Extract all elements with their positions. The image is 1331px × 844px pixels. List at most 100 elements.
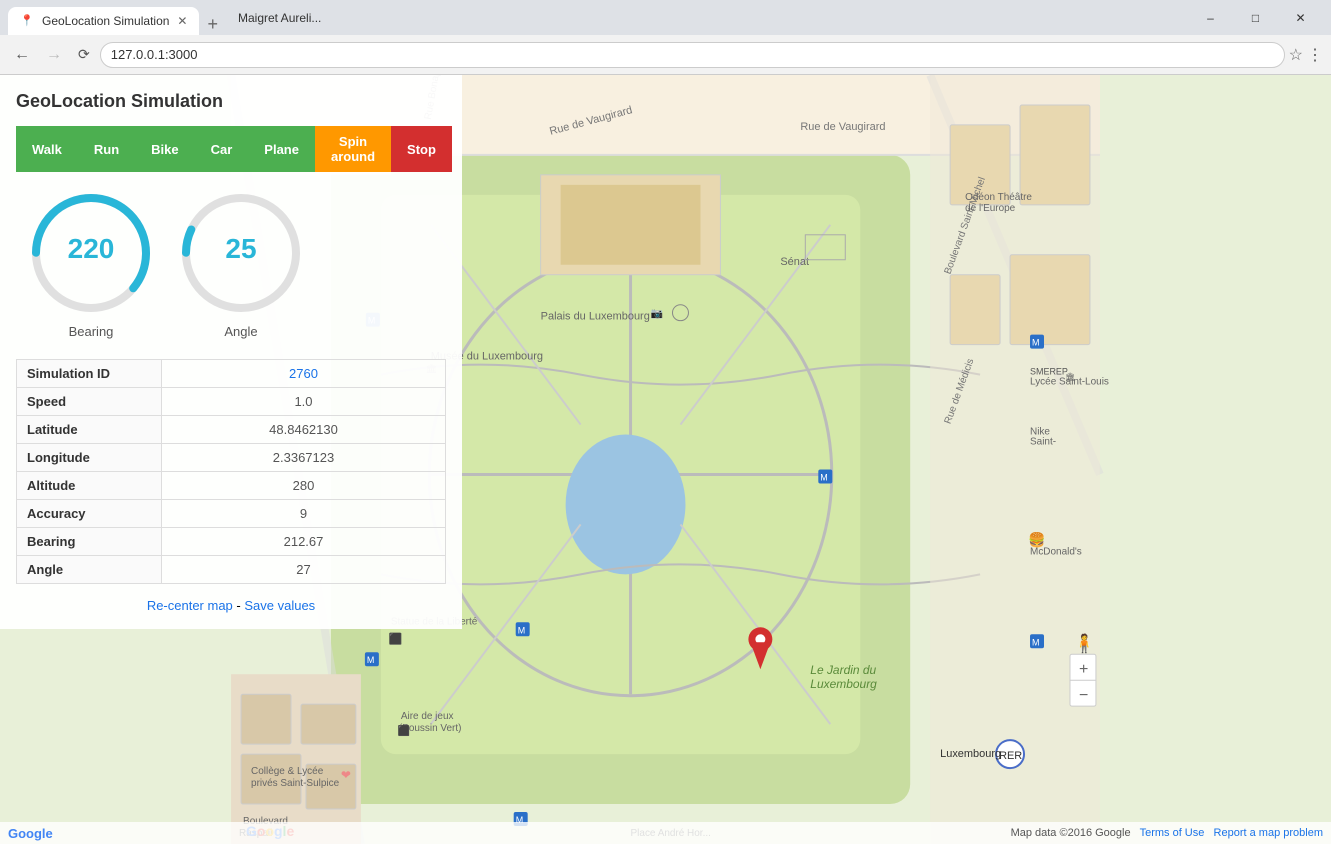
browser-toolbar: ← → ⟳ ☆ ⋮ — [0, 35, 1331, 75]
table-row: Angle 27 — [17, 556, 446, 584]
panel-title: GeoLocation Simulation — [16, 91, 446, 112]
svg-text:Odéon Théâtre: Odéon Théâtre — [965, 192, 1032, 203]
table-key: Simulation ID — [17, 360, 162, 388]
svg-text:M: M — [367, 655, 374, 665]
bike-button[interactable]: Bike — [135, 126, 194, 172]
svg-text:−: − — [1079, 687, 1088, 704]
svg-text:Saint-: Saint- — [1030, 437, 1056, 448]
tab-favicon: 📍 — [20, 14, 34, 28]
link-separator: - — [233, 598, 245, 613]
svg-text:Aire de jeux: Aire de jeux — [401, 711, 454, 722]
svg-text:📷: 📷 — [651, 309, 663, 320]
altitude-value: 280 — [162, 472, 446, 500]
svg-text:🏛: 🏛 — [1065, 373, 1075, 382]
svg-text:Rue de Vaugirard: Rue de Vaugirard — [800, 121, 885, 133]
bearing-label: Bearing — [69, 324, 114, 339]
map-copyright: Map data ©2016 Google — [1011, 827, 1131, 839]
svg-text:RER: RER — [999, 750, 1022, 762]
table-key: Speed — [17, 388, 162, 416]
footer-links: Re-center map - Save values — [16, 598, 446, 613]
simulation-id-value[interactable]: 2760 — [162, 360, 446, 388]
svg-text:SMEREP: SMEREP — [1030, 367, 1068, 377]
svg-text:M: M — [820, 472, 827, 482]
user-info: Maigret Aureli... — [230, 11, 329, 25]
gauges-container: 220 Bearing 25 Angle — [16, 188, 446, 339]
menu-button[interactable]: ⋮ — [1307, 45, 1323, 65]
svg-text:privés Saint-Sulpice: privés Saint-Sulpice — [251, 778, 340, 789]
svg-text:+: + — [1079, 661, 1088, 678]
table-key: Longitude — [17, 444, 162, 472]
mode-buttons: Walk Run Bike Car Plane Spin around Stop — [16, 126, 446, 172]
reload-button[interactable]: ⟳ — [72, 42, 96, 67]
svg-text:de l'Europe: de l'Europe — [965, 203, 1016, 214]
speed-value: 1.0 — [162, 388, 446, 416]
svg-text:M: M — [1032, 338, 1039, 348]
svg-text:⬛: ⬛ — [389, 632, 403, 645]
table-row: Accuracy 9 — [17, 500, 446, 528]
svg-text:Luxembourg: Luxembourg — [810, 677, 877, 691]
svg-text:McDonald's: McDonald's — [1030, 546, 1082, 557]
angle-value: 27 — [162, 556, 446, 584]
car-button[interactable]: Car — [195, 126, 249, 172]
plane-button[interactable]: Plane — [248, 126, 315, 172]
longitude-value: 2.3367123 — [162, 444, 446, 472]
forward-button[interactable]: → — [40, 42, 68, 68]
simulation-panel: GeoLocation Simulation Walk Run Bike Car… — [0, 75, 462, 629]
svg-text:🧍: 🧍 — [1073, 632, 1095, 653]
walk-button[interactable]: Walk — [16, 126, 78, 172]
latitude-value: 48.8462130 — [162, 416, 446, 444]
bearing-gauge: 220 Bearing — [26, 188, 156, 339]
new-tab-button[interactable]: + — [199, 14, 226, 35]
svg-text:25: 25 — [225, 233, 256, 264]
table-row: Altitude 280 — [17, 472, 446, 500]
svg-text:Le Jardin du: Le Jardin du — [810, 663, 876, 677]
bookmark-button[interactable]: ☆ — [1289, 45, 1303, 65]
google-logo: Google — [8, 826, 53, 841]
close-button[interactable]: ✕ — [1278, 3, 1323, 33]
content-area: Rue de Vaugirard Rue Bonaparte Rue de Va… — [0, 75, 1331, 844]
table-key: Angle — [17, 556, 162, 584]
table-key: Accuracy — [17, 500, 162, 528]
terms-link[interactable]: Terms of Use — [1140, 827, 1205, 839]
address-bar[interactable] — [100, 42, 1285, 68]
table-row: Simulation ID 2760 — [17, 360, 446, 388]
tab-bar: 📍 GeoLocation Simulation ✕ + — [8, 0, 226, 35]
save-link[interactable]: Save values — [244, 598, 315, 613]
minimize-button[interactable]: – — [1188, 3, 1233, 33]
angle-gauge-svg: 25 — [176, 188, 306, 318]
table-key: Latitude — [17, 416, 162, 444]
table-key: Bearing — [17, 528, 162, 556]
svg-text:220: 220 — [68, 233, 115, 264]
recenter-link[interactable]: Re-center map — [147, 598, 233, 613]
stop-button[interactable]: Stop — [391, 126, 452, 172]
title-bar: 📍 GeoLocation Simulation ✕ + Maigret Aur… — [0, 0, 1331, 35]
map-footer: Google Map data ©2016 Google Terms of Us… — [0, 822, 1331, 844]
table-row: Longitude 2.3367123 — [17, 444, 446, 472]
table-row: Latitude 48.8462130 — [17, 416, 446, 444]
tab-close-button[interactable]: ✕ — [177, 14, 187, 28]
table-row: Speed 1.0 — [17, 388, 446, 416]
tab-title: GeoLocation Simulation — [42, 14, 169, 28]
angle-gauge: 25 Angle — [176, 188, 306, 339]
svg-text:Palais du Luxembourg: Palais du Luxembourg — [541, 311, 650, 323]
table-key: Altitude — [17, 472, 162, 500]
data-table: Simulation ID 2760 Speed 1.0 Latitude 48… — [16, 359, 446, 584]
svg-text:🍔: 🍔 — [1028, 531, 1045, 548]
svg-text:M: M — [1032, 637, 1039, 647]
run-button[interactable]: Run — [78, 126, 135, 172]
map-attribution: Map data ©2016 Google Terms of Use Repor… — [1011, 827, 1323, 839]
browser-frame: 📍 GeoLocation Simulation ✕ + Maigret Aur… — [0, 0, 1331, 844]
table-row: Bearing 212.67 — [17, 528, 446, 556]
accuracy-value: 9 — [162, 500, 446, 528]
active-tab[interactable]: 📍 GeoLocation Simulation ✕ — [8, 7, 199, 35]
spin-around-button[interactable]: Spin around — [315, 126, 391, 172]
svg-text:❤: ❤ — [341, 768, 351, 782]
back-button[interactable]: ← — [8, 42, 36, 68]
report-link[interactable]: Report a map problem — [1214, 827, 1323, 839]
restore-button[interactable]: □ — [1233, 3, 1278, 33]
svg-text:Luxembourg: Luxembourg — [940, 748, 1001, 760]
angle-label: Angle — [224, 324, 257, 339]
bearing-gauge-svg: 220 — [26, 188, 156, 318]
svg-text:Collège & Lycée: Collège & Lycée — [251, 766, 324, 777]
svg-text:⬛: ⬛ — [398, 724, 410, 737]
